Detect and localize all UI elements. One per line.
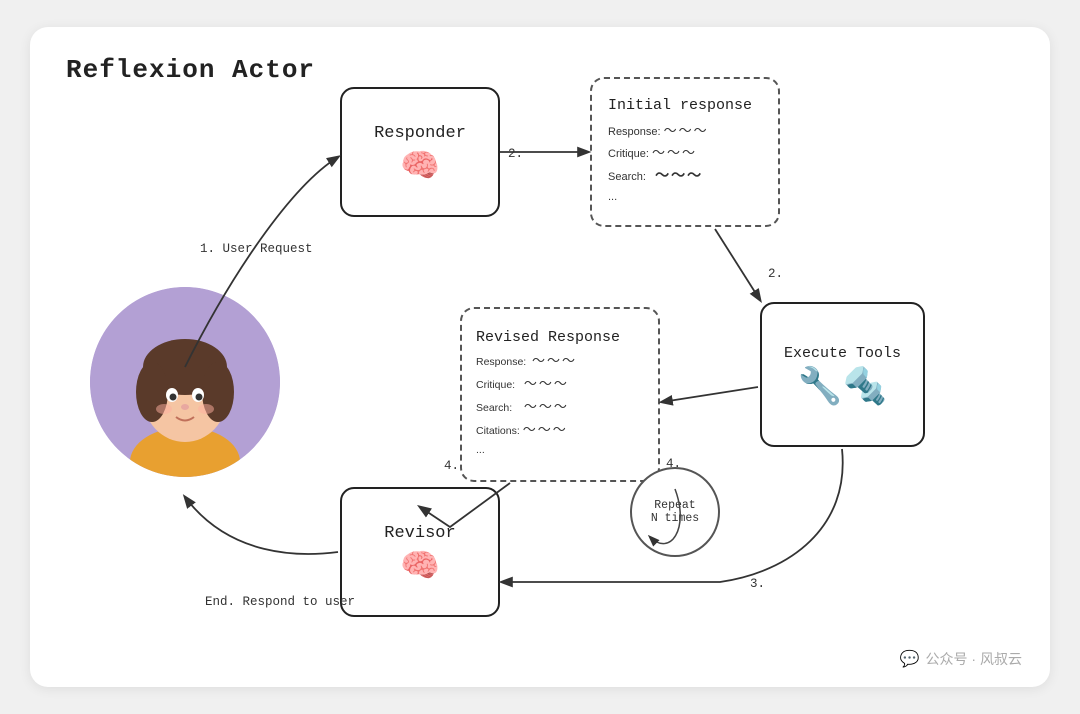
- watermark: 💬 公众号 · 风叔云: [900, 649, 1022, 669]
- arrow4-left-label: 4.: [444, 459, 459, 473]
- revised-response-box: Revised Response Response: ～～～ Critique:…: [460, 307, 660, 482]
- user-avatar: [90, 287, 280, 477]
- arrow4-right-label: 4.: [666, 457, 681, 471]
- revisor-brain-icon: 🧠: [400, 549, 440, 581]
- execute-tools-label: Execute Tools: [784, 345, 901, 362]
- user-request-label: 1. User Request: [200, 242, 313, 256]
- arrow3-label: 3.: [750, 577, 765, 591]
- revised-response-content: Response: ～～～ Critique: ～～～ Search: ～～～ …: [476, 350, 577, 459]
- initial-response-content: Response: ～～～ Critique: ～～～ Search: ～～～ …: [608, 120, 709, 207]
- repeat-circle: Repeat N times: [630, 467, 720, 557]
- repeat-line1: Repeat: [654, 499, 695, 512]
- arrow2-right-label: 2.: [768, 267, 783, 281]
- initial-response-label: Initial response: [608, 97, 752, 114]
- responder-box: Responder 🧠: [340, 87, 500, 217]
- arrow2-top-label: 2.: [508, 147, 523, 161]
- end-label: End. Respond to user: [205, 595, 355, 609]
- main-card: Reflexion Actor Responder 🧠 Initial resp…: [30, 27, 1050, 687]
- avatar-svg: [90, 287, 280, 477]
- watermark-text: 公众号 · 风叔云: [926, 649, 1022, 669]
- revisor-label: Revisor: [384, 524, 455, 543]
- execute-tools-box: Execute Tools 🔧🔩: [760, 302, 925, 447]
- initial-response-box: Initial response Response: ～～～ Critique:…: [590, 77, 780, 227]
- wechat-icon: 💬: [900, 649, 920, 669]
- revisor-box: Revisor 🧠: [340, 487, 500, 617]
- tools-icon: 🔧🔩: [798, 368, 888, 404]
- revised-response-label: Revised Response: [476, 329, 620, 346]
- responder-label: Responder: [374, 124, 466, 143]
- repeat-line2: N times: [651, 512, 699, 525]
- responder-brain-icon: 🧠: [400, 149, 440, 181]
- page-title: Reflexion Actor: [66, 55, 315, 85]
